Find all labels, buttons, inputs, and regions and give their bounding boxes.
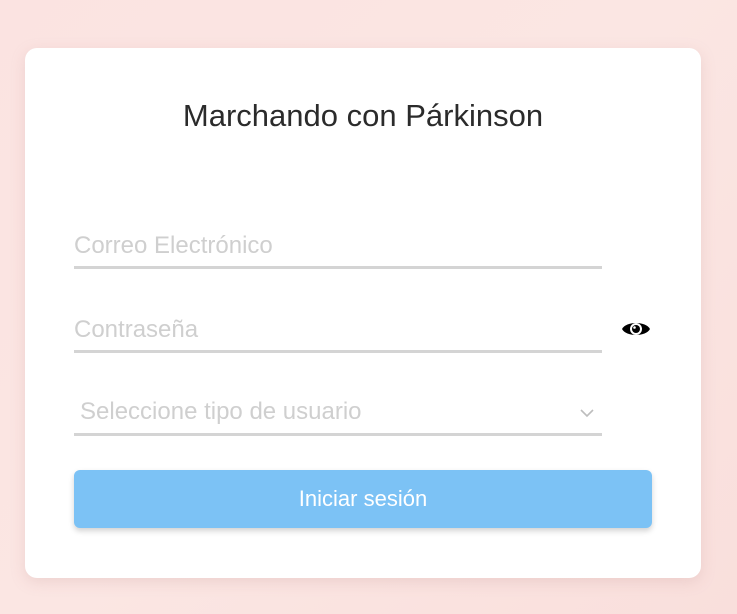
chevron-down-icon [580,406,594,420]
eye-icon[interactable] [621,318,651,340]
email-field-container [74,225,602,269]
password-field[interactable] [74,309,602,350]
page-title: Marchando con Párkinson [182,98,544,133]
password-field-container [74,309,602,353]
user-type-placeholder: Seleccione tipo de usuario [80,398,362,425]
login-card: Marchando con Párkinson Seleccione tipo … [25,48,701,578]
user-type-select[interactable]: Seleccione tipo de usuario [74,392,602,436]
login-button[interactable]: Iniciar sesión [74,470,652,528]
email-field[interactable] [74,225,602,266]
